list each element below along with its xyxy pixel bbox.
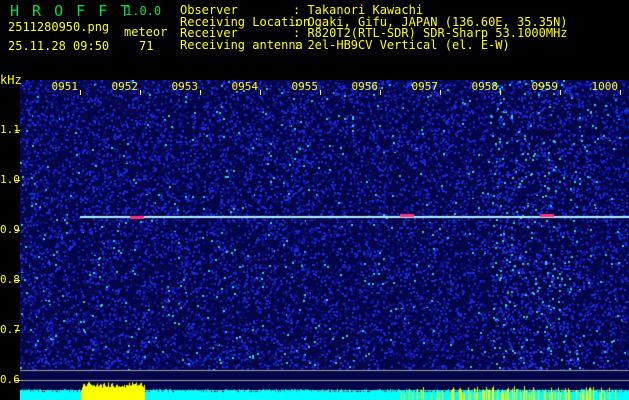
app-version: 1.0.0 — [125, 4, 162, 18]
x-tick-label: 0959 — [531, 80, 559, 93]
x-tick-label: 1000 — [591, 80, 619, 93]
x-tick — [380, 90, 381, 95]
y-tick — [15, 230, 20, 231]
x-tick-label: 0954 — [231, 80, 259, 93]
x-tick-label: 0951 — [51, 80, 79, 93]
x-tick-label: 0952 — [111, 80, 139, 93]
x-tick-label: 0953 — [171, 80, 199, 93]
x-tick — [500, 90, 501, 95]
y-tick — [15, 180, 20, 181]
x-tick — [320, 90, 321, 95]
x-tick-label: 0958 — [471, 80, 499, 93]
app-title: H R O F F T — [10, 2, 132, 20]
y-tick — [15, 130, 20, 131]
y-tick — [15, 280, 20, 281]
x-tick-label: 0956 — [351, 80, 379, 93]
file-datetime: 25.11.28 09:50 — [8, 39, 110, 53]
info-value: : 2el-HB9CV Vertical (el. E-W) — [293, 38, 510, 53]
x-tick — [140, 90, 141, 95]
x-tick-label: 0955 — [291, 80, 319, 93]
x-tick — [440, 90, 441, 95]
x-tick — [200, 90, 201, 95]
x-tick — [260, 90, 261, 95]
axis-unit: kHz — [0, 73, 22, 87]
y-tick — [15, 380, 20, 381]
y-tick — [15, 330, 20, 331]
spectrogram-waterfall — [20, 80, 629, 400]
x-tick — [560, 90, 561, 95]
meteor-count: 71 — [139, 39, 154, 53]
file-name: 2511280950.png — [8, 20, 110, 34]
x-tick — [620, 90, 621, 95]
x-tick-label: 0957 — [411, 80, 439, 93]
info-label: Receiving antenna — [180, 38, 303, 53]
meteor-label: meteor — [124, 25, 168, 39]
x-tick — [80, 90, 81, 95]
